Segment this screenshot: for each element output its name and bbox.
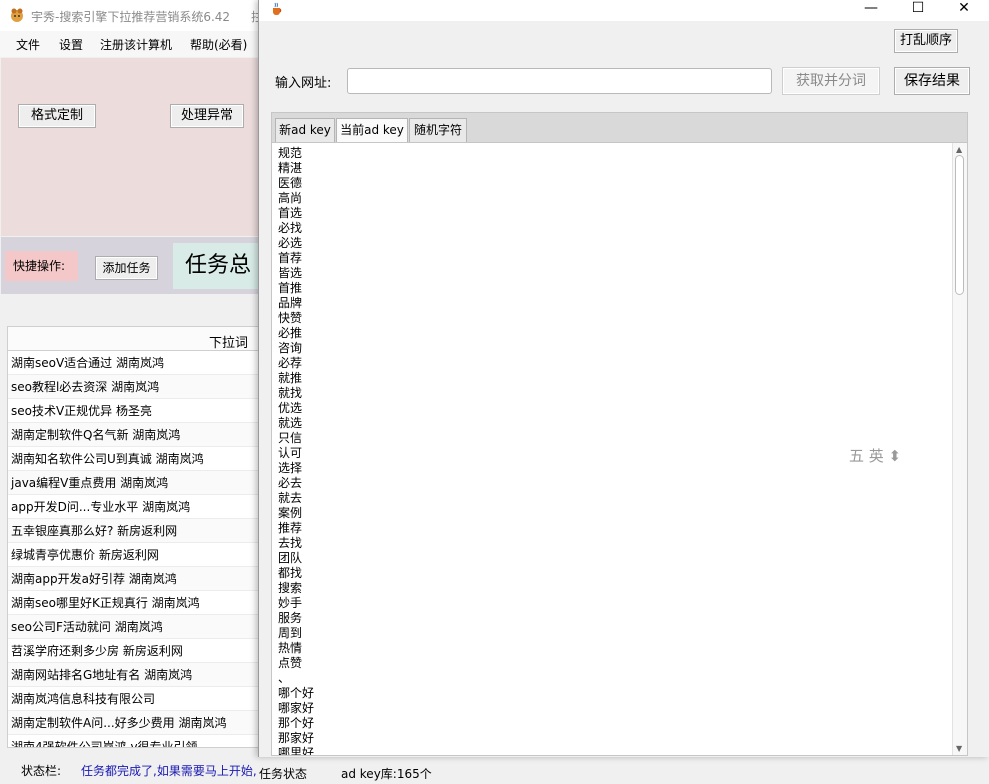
keyword-list-item[interactable]: 哪家好 — [278, 701, 314, 716]
keyword-list-item[interactable]: 推荐 — [278, 521, 314, 536]
keyword-list-item[interactable]: 就选 — [278, 416, 314, 431]
table-row[interactable]: 湖南app开发a好引荐 湖南岚鸿 — [8, 567, 270, 591]
keyword-list-item[interactable]: 就找 — [278, 386, 314, 401]
keyword-list-item[interactable]: 团队 — [278, 551, 314, 566]
keyword-list-item[interactable]: 咨询 — [278, 341, 314, 356]
status-message: 任务都完成了,如果需要马上开始, — [81, 764, 257, 778]
keyword-list-item[interactable]: 服务 — [278, 611, 314, 626]
table-row[interactable]: 湖南定制软件A问...好多少费用 湖南岚鸿 — [8, 711, 270, 735]
close-button[interactable]: ✕ — [941, 0, 987, 21]
tab-current-adkey[interactable]: 当前ad key — [336, 118, 408, 142]
table-row[interactable]: 绿城青亭优惠价 新房返利网 — [8, 543, 270, 567]
status-label: 状态栏: — [21, 764, 62, 778]
keyword-list-item[interactable]: 哪里好 — [278, 746, 314, 755]
table-row[interactable]: 湖南岚鸿信息科技有限公司 — [8, 687, 270, 711]
menu-file[interactable]: 文件 — [16, 36, 40, 53]
scrollbar-thumb[interactable] — [955, 155, 964, 295]
keyword-list-item[interactable]: 快赞 — [278, 311, 314, 326]
menu-register[interactable]: 注册该计算机 — [100, 36, 172, 53]
keyword-list-item[interactable]: 点赞 — [278, 656, 314, 671]
keyword-list-item[interactable]: 必选 — [278, 236, 314, 251]
keyword-list-item[interactable]: 医德 — [278, 176, 314, 191]
keyword-list-item[interactable]: 必找 — [278, 221, 314, 236]
menu-help[interactable]: 帮助(必看) — [190, 36, 247, 53]
keyword-list-item[interactable]: 皆选 — [278, 266, 314, 281]
vertical-scrollbar[interactable]: ▲ ▼ — [952, 143, 967, 755]
minimize-button[interactable]: — — [848, 0, 894, 21]
menu-settings[interactable]: 设置 — [59, 36, 83, 53]
maximize-button[interactable]: ☐ — [895, 0, 941, 21]
keyword-list-item[interactable]: 、 — [278, 671, 314, 686]
shuffle-order-button[interactable]: 打乱顺序 — [894, 29, 958, 53]
handle-exception-button[interactable]: 处理异常 — [170, 104, 244, 128]
main-window-title: 宇秀-搜索引擎下拉推荐营销系统6.42 — [31, 10, 231, 24]
tab-new-adkey[interactable]: 新ad key — [275, 118, 335, 142]
table-row[interactable]: 湖南seo哪里好K正规真行 湖南岚鸿 — [8, 591, 270, 615]
table-row[interactable]: 湖南4强软件公司岚鸿 v很专业引领 — [8, 735, 270, 747]
table-row[interactable]: java编程V重点费用 湖南岚鸿 — [8, 471, 270, 495]
keyword-table: 下拉词 湖南seoV适合通过 湖南岚鸿 seo教程l必去资深 湖南岚鸿 seo技术V… — [7, 326, 271, 748]
table-body: 湖南seoV适合通过 湖南岚鸿 seo教程l必去资深 湖南岚鸿 seo技术V正规优异… — [8, 351, 270, 747]
add-task-button[interactable]: 添加任务 — [95, 256, 158, 280]
table-row[interactable]: app开发D问...专业水平 湖南岚鸿 — [8, 495, 270, 519]
table-row[interactable]: 湖南知名软件公司U到真诚 湖南岚鸿 — [8, 447, 270, 471]
save-result-button[interactable]: 保存结果 — [894, 67, 970, 95]
table-row[interactable]: 苕溪学府还剩多少房 新房返利网 — [8, 639, 270, 663]
adkey-count-label: ad key库:165个 — [341, 767, 432, 781]
dialog-titlebar: — ☐ ✕ — [259, 0, 989, 21]
ime-indicator[interactable]: 五 英 ⬍ — [849, 445, 901, 466]
keyword-list-item[interactable]: 搜索 — [278, 581, 314, 596]
url-label: 输入网址: — [275, 76, 332, 91]
keyword-list-item[interactable]: 高尚 — [278, 191, 314, 206]
column-header-dropdown-word[interactable]: 下拉词 — [209, 332, 248, 351]
scroll-down-arrow-icon[interactable]: ▼ — [956, 744, 962, 753]
tab-strip: 新ad key 当前ad key 随机字符 — [271, 112, 968, 142]
keyword-list-item[interactable]: 去找 — [278, 536, 314, 551]
keyword-list-item[interactable]: 必推 — [278, 326, 314, 341]
table-row[interactable]: 湖南seoV适合通过 湖南岚鸿 — [8, 351, 270, 375]
keyword-list-item[interactable]: 规范 — [278, 146, 314, 161]
keyword-list-item[interactable]: 精湛 — [278, 161, 314, 176]
format-panel — [1, 58, 271, 236]
app-logo-icon — [11, 8, 23, 22]
keyword-list-item[interactable]: 妙手 — [278, 596, 314, 611]
keyword-list-item[interactable]: 那家好 — [278, 731, 314, 746]
java-cup-icon — [273, 2, 282, 15]
table-row[interactable]: 湖南网站排名G地址有名 湖南岚鸿 — [8, 663, 270, 687]
keyword-list-item[interactable]: 只信 — [278, 431, 314, 446]
keyword-list-item[interactable]: 案例 — [278, 506, 314, 521]
quick-operations-label: 快捷操作: — [5, 251, 78, 281]
tab-random-chars[interactable]: 随机字符 — [409, 118, 467, 142]
keyword-list-item[interactable]: 首荐 — [278, 251, 314, 266]
keyword-list-item[interactable]: 认可 — [278, 446, 314, 461]
keyword-list-item[interactable]: 哪个好 — [278, 686, 314, 701]
keyword-list-item[interactable]: 选择 — [278, 461, 314, 476]
table-row[interactable]: 湖南定制软件Q名气新 湖南岚鸿 — [8, 423, 270, 447]
table-row[interactable]: seo公司F活动就问 湖南岚鸿 — [8, 615, 270, 639]
keyword-list: 规范 精湛 医德 高尚 首选 必找 必选 首荐 皆选 首推 品牌 快赞 必推 咨询 必荐 就推 就找 优选 就选 只信… — [278, 146, 314, 755]
task-status-label: 任务状态 — [259, 767, 308, 781]
keyword-list-item[interactable]: 就推 — [278, 371, 314, 386]
table-row[interactable]: 五幸银座真那么好? 新房返利网 — [8, 519, 270, 543]
adkey-dialog: — ☐ ✕ 打乱顺序 输入网址: 获取并分词 保存结果 新ad key 当前ad… — [258, 0, 989, 757]
table-header: 下拉词 — [8, 327, 270, 351]
keyword-list-item[interactable]: 那个好 — [278, 716, 314, 731]
scroll-up-arrow-icon[interactable]: ▲ — [956, 145, 962, 154]
keyword-list-item[interactable]: 必荐 — [278, 356, 314, 371]
keyword-list-item[interactable]: 必去 — [278, 476, 314, 491]
table-row[interactable]: seo技术V正规优异 杨圣亮 — [8, 399, 270, 423]
url-input[interactable] — [347, 68, 772, 94]
format-custom-button[interactable]: 格式定制 — [18, 104, 96, 128]
keyword-list-item[interactable]: 首选 — [278, 206, 314, 221]
keyword-list-item[interactable]: 就去 — [278, 491, 314, 506]
fetch-and-segment-button[interactable]: 获取并分词 — [782, 67, 880, 95]
keyword-list-item[interactable]: 周到 — [278, 626, 314, 641]
keyword-list-item[interactable]: 热情 — [278, 641, 314, 656]
keyword-list-item[interactable]: 品牌 — [278, 296, 314, 311]
keyword-list-item[interactable]: 优选 — [278, 401, 314, 416]
keyword-list-item[interactable]: 都找 — [278, 566, 314, 581]
keyword-list-item[interactable]: 首推 — [278, 281, 314, 296]
table-row[interactable]: seo教程l必去资深 湖南岚鸿 — [8, 375, 270, 399]
status-bar: 状态栏: 任务都完成了,如果需要马上开始, 任务状态 ad key库:165个 — [0, 757, 989, 784]
